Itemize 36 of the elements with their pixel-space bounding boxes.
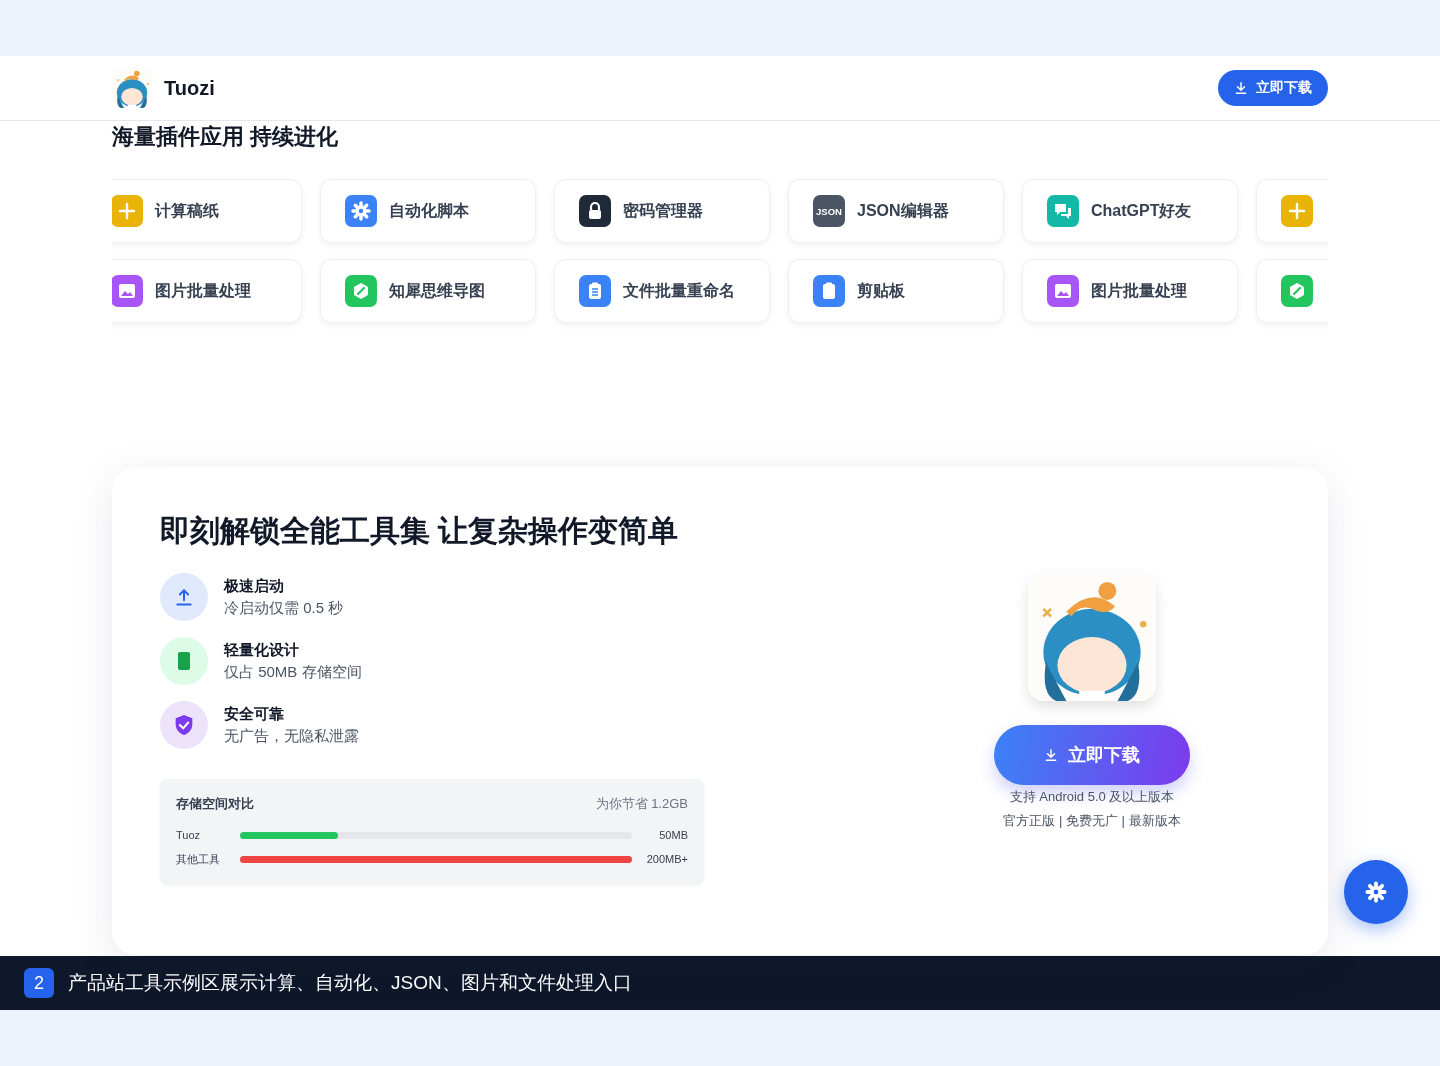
storage-title: 存储空间对比: [176, 795, 254, 813]
feature-title: 轻量化设计: [224, 640, 300, 660]
note-text: 官方正版 | 免费无广 | 最新版本: [1003, 812, 1181, 830]
tool-card[interactable]: 密码管理器: [554, 179, 770, 243]
step-badge: 2: [24, 968, 54, 998]
feature-text: 无广告，无隐私泄露: [224, 726, 359, 746]
tool-card[interactable]: ChatGPT好友: [1022, 179, 1238, 243]
tool-card[interactable]: 知犀思维导图: [320, 259, 536, 323]
tool-card[interactable]: 文件批量重命名: [554, 259, 770, 323]
tool-card[interactable]: 图片批量处理: [112, 259, 302, 323]
caption-text: 产品站工具示例区展示计算、自动化、JSON、图片和文件处理入口: [68, 971, 632, 995]
bar-reading: 50MB: [658, 829, 688, 841]
settings-button[interactable]: [1344, 860, 1408, 924]
feature-text: 仅占 50MB 存储空间: [224, 662, 362, 682]
json-icon: JSON: [813, 195, 845, 227]
download-button[interactable]: 立即下载: [1218, 70, 1328, 106]
tool-card[interactable]: 计算稿纸: [112, 179, 302, 243]
tool-card[interactable]: 剪贴板: [788, 259, 1004, 323]
tool-card[interactable]: 图片批量处理: [1022, 259, 1238, 323]
settings-icon: [1363, 879, 1389, 905]
feature-title: 安全可靠: [224, 704, 285, 724]
feature-text: 冷启动仅需 0.5 秒: [224, 598, 344, 618]
brand-name: Tuozi: [164, 76, 215, 100]
feature-title: 极速启动: [224, 576, 285, 596]
promo-title: 即刻解锁全能工具集 让复杂操作变简单: [160, 513, 680, 549]
bar-label: 其他工具: [176, 851, 221, 867]
tool-card[interactable]: 自动化脚本: [320, 179, 536, 243]
bar-reading: 200MB+: [645, 853, 688, 865]
bar-label: Tuoz: [176, 829, 202, 841]
download-button[interactable]: 立即下载: [994, 725, 1190, 785]
download-icon: [1044, 748, 1058, 762]
note-text: 支持 Android 5.0 及以上版本: [1009, 788, 1175, 806]
section-heading: 海量插件应用 持续进化: [112, 123, 340, 151]
storage-saving: 为你节省 1.2GB: [595, 795, 688, 813]
tool-card[interactable]: JSON JSON编辑器: [788, 179, 1004, 243]
download-icon: [1234, 81, 1248, 95]
